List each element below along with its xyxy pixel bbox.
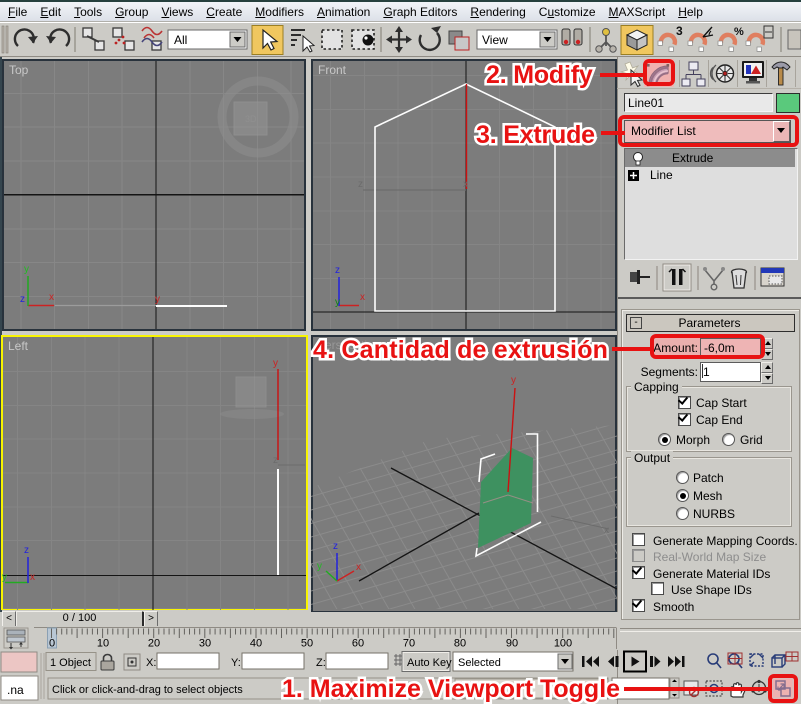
svg-text:100: 100: [554, 638, 572, 650]
svg-text:%: %: [734, 26, 744, 38]
svg-text:80: 80: [454, 638, 466, 650]
svg-text:All: All: [174, 33, 187, 47]
svg-text:40: 40: [250, 638, 262, 650]
svg-text:z: z: [335, 265, 340, 276]
svg-text:Auto Key: Auto Key: [407, 657, 452, 669]
svg-text:Front: Front: [318, 63, 347, 77]
svg-text:y: y: [335, 297, 340, 308]
svg-text:x: x: [463, 179, 468, 190]
svg-text:1 Object: 1 Object: [50, 657, 91, 669]
svg-text:x: x: [356, 562, 361, 573]
svg-text:30: 30: [199, 638, 211, 650]
svg-text:z: z: [24, 545, 29, 556]
svg-text:z: z: [273, 455, 278, 466]
svg-text:x: x: [49, 292, 54, 303]
svg-text:10: 10: [97, 638, 109, 650]
svg-text:x: x: [604, 525, 609, 536]
svg-text:0: 0: [49, 638, 55, 650]
svg-text:3D: 3D: [245, 114, 257, 124]
svg-text:x: x: [360, 292, 365, 303]
svg-text:x: x: [30, 572, 35, 583]
svg-text:90: 90: [506, 638, 518, 650]
svg-text:View: View: [482, 33, 508, 47]
svg-text:Left: Left: [8, 339, 29, 353]
svg-text:Click or click-and-drag to sel: Click or click-and-drag to select object…: [52, 684, 243, 696]
svg-text:y: y: [317, 561, 322, 572]
svg-text:50: 50: [301, 638, 313, 650]
svg-text:z: z: [20, 294, 25, 305]
svg-text:70: 70: [403, 638, 415, 650]
svg-text:20: 20: [148, 638, 160, 650]
svg-text:Top: Top: [9, 63, 29, 77]
svg-text:y: y: [273, 358, 278, 369]
svg-text:y: y: [155, 294, 160, 305]
svg-text:3: 3: [676, 24, 683, 38]
svg-text:y: y: [511, 375, 516, 386]
svg-text:Selected: Selected: [458, 657, 501, 669]
svg-text:z: z: [358, 179, 363, 190]
svg-text:X:: X:: [146, 657, 156, 669]
svg-text:60: 60: [352, 638, 364, 650]
svg-text:Z:: Z:: [316, 657, 326, 669]
svg-text:y: y: [2, 572, 7, 583]
svg-text:z: z: [333, 541, 338, 552]
svg-text:Y:: Y:: [231, 657, 241, 669]
svg-text:.na: .na: [7, 683, 24, 697]
svg-text:y: y: [24, 264, 29, 275]
